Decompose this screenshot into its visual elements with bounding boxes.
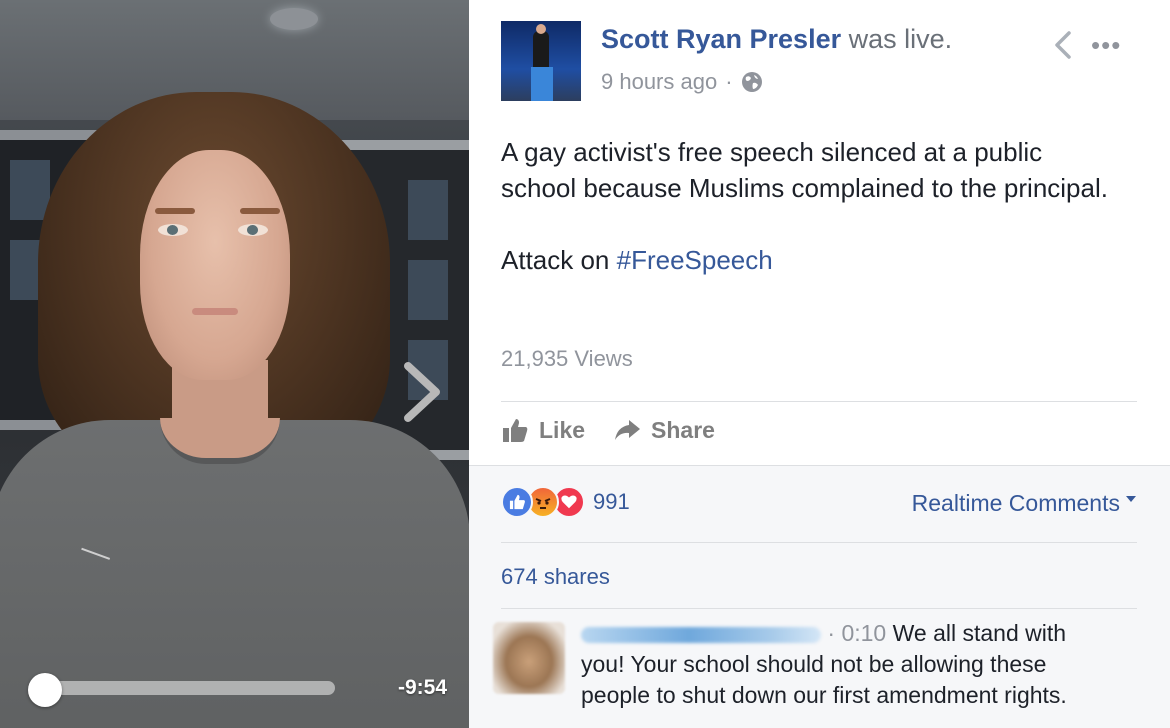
live-status-text: was live. <box>848 24 953 54</box>
post-meta: 9 hours ago · <box>601 69 763 95</box>
like-button[interactable]: Like <box>501 416 585 444</box>
eye-right <box>238 224 268 236</box>
view-count: 21,935 Views <box>501 346 633 371</box>
video-subject-face <box>140 150 290 380</box>
realtime-comments-label: Realtime Comments <box>911 490 1120 516</box>
reactions-summary[interactable]: 991 <box>501 486 630 518</box>
share-button[interactable]: Share <box>613 416 715 444</box>
divider <box>501 542 1137 543</box>
caret-down-icon <box>1126 496 1136 502</box>
live-video-player[interactable]: -9:54 <box>0 0 469 728</box>
post-text-prefix: Attack on <box>501 245 617 275</box>
reaction-count[interactable]: 991 <box>593 489 630 515</box>
time-remaining: -9:54 <box>398 676 448 699</box>
shares-count-link[interactable]: 674 shares <box>501 564 610 590</box>
comment-timestamp[interactable]: · 0:10 <box>827 620 886 646</box>
post-body: A gay activist's free speech silenced at… <box>501 134 1121 278</box>
globe-icon[interactable] <box>741 71 763 93</box>
engagement-section: 991 Realtime Comments 674 shares · 0:10 … <box>469 465 1170 728</box>
thumbs-up-icon <box>503 419 528 442</box>
author-avatar[interactable] <box>501 21 581 101</box>
share-arrow-icon <box>615 420 641 440</box>
hashtag-link[interactable]: #FreeSpeech <box>617 245 773 275</box>
post-text-hashtag-line: Attack on #FreeSpeech <box>501 242 1121 278</box>
chevron-right-icon[interactable] <box>398 362 444 422</box>
ceiling-light <box>270 8 318 30</box>
header-actions: ••• <box>1053 30 1121 60</box>
post-header: Scott Ryan Presler was live. <box>601 24 952 55</box>
like-reaction-icon <box>501 486 533 518</box>
eye-left <box>158 224 188 236</box>
mouth <box>192 308 238 315</box>
post-actions: Like Share <box>501 416 715 444</box>
chevron-left-icon[interactable] <box>1053 30 1073 60</box>
like-label: Like <box>539 416 586 443</box>
share-label: Share <box>651 416 715 443</box>
more-options-icon[interactable]: ••• <box>1091 32 1121 58</box>
commenter-avatar[interactable] <box>493 622 565 694</box>
realtime-comments-dropdown[interactable]: Realtime Comments <box>912 490 1136 517</box>
divider <box>501 401 1137 402</box>
commenter-name-redacted[interactable] <box>581 626 821 643</box>
author-name-link[interactable]: Scott Ryan Presler <box>601 24 841 54</box>
comment-body: · 0:10 We all stand with you! Your schoo… <box>581 618 1101 711</box>
video-scrubber-handle[interactable] <box>28 673 62 707</box>
video-scrubber-track[interactable] <box>40 681 335 695</box>
post-timestamp[interactable]: 9 hours ago <box>601 69 717 95</box>
post-text-paragraph: A gay activist's free speech silenced at… <box>501 137 1108 203</box>
meta-separator: · <box>725 69 733 94</box>
brow-right <box>240 208 280 214</box>
divider <box>501 608 1137 609</box>
brow-left <box>155 208 195 214</box>
post-panel: Scott Ryan Presler was live. 9 hours ago… <box>469 0 1170 728</box>
